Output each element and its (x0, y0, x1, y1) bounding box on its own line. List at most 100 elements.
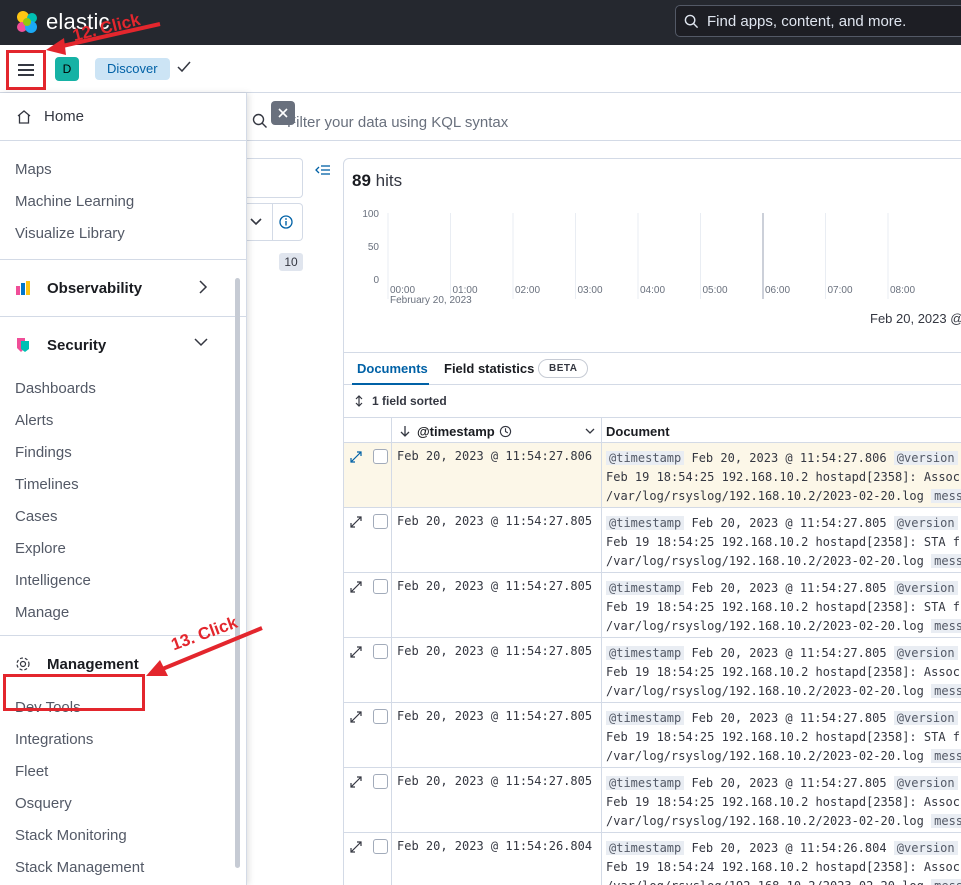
field-key-version: @version (893, 841, 958, 855)
doc-line-1: @timestamp Feb 20, 2023 @ 11:54:27.805 @… (606, 514, 961, 533)
grid-header-controls (344, 418, 392, 444)
x-tick-label: 06:00 (765, 285, 790, 296)
field-key-message: mess (931, 684, 961, 698)
row-checkbox[interactable] (373, 839, 388, 854)
global-search-input[interactable]: Find apps, content, and more. (675, 5, 961, 37)
x-tick-label: 07:00 (828, 285, 853, 296)
breadcrumb-discover[interactable]: Discover (95, 58, 170, 80)
column-header-document[interactable]: Document (606, 424, 670, 439)
nav-item-fleet[interactable]: Fleet (0, 756, 246, 788)
cell-document: @timestamp Feb 20, 2023 @ 11:54:27.806 @… (606, 449, 961, 506)
chevron-right-icon (199, 280, 208, 294)
doc-line-2: Feb 19 18:54:25 192.168.10.2 hostapd[235… (606, 665, 961, 679)
cell-document: @timestamp Feb 20, 2023 @ 11:54:27.805 @… (606, 514, 961, 571)
cell-timestamp: Feb 20, 2023 @ 11:54:27.805 (392, 768, 602, 832)
security-icon (15, 337, 35, 353)
doc-line-1: @timestamp Feb 20, 2023 @ 11:54:26.804 @… (606, 839, 961, 858)
nav-item-maps[interactable]: Maps (0, 154, 246, 186)
field-value-timestamp: Feb 20, 2023 @ 11:54:27.805 (691, 581, 887, 595)
row-checkbox[interactable] (373, 514, 388, 529)
cell-document: @timestamp Feb 20, 2023 @ 11:54:27.805 @… (606, 644, 961, 701)
row-checkbox[interactable] (373, 449, 388, 464)
field-key-timestamp: @timestamp (606, 711, 685, 725)
doc-line-3: /var/log/rsyslog/192.168.10.2/2023-02-20… (606, 552, 961, 571)
histogram-chart[interactable]: 10050000:00 01:00 02:00 03:00 04:00 05:00 06:0… (344, 199, 961, 309)
table-row[interactable]: Feb 20, 2023 @ 11:54:27.805 @timestamp Fe… (344, 768, 961, 833)
nav-item-visualize-library[interactable]: Visualize Library (0, 218, 246, 250)
nav-item-integrations[interactable]: Integrations (0, 724, 246, 756)
nav-item-stack-monitoring[interactable]: Stack Monitoring (0, 820, 246, 852)
row-checkbox[interactable] (373, 774, 388, 789)
info-icon[interactable] (279, 215, 293, 229)
table-row[interactable]: Feb 20, 2023 @ 11:54:26.804 @timestamp Fe… (344, 833, 961, 885)
field-key-message: mess (931, 554, 961, 568)
nav-group-security[interactable]: Security (0, 316, 246, 373)
field-key-timestamp: @timestamp (606, 776, 685, 790)
nav-item-osquery[interactable]: Osquery (0, 788, 246, 820)
close-nav-button[interactable] (271, 101, 295, 125)
chevron-down-icon[interactable] (585, 427, 595, 435)
nav-item-dashboards[interactable]: Dashboards (0, 373, 246, 405)
field-key-message: mess (931, 619, 961, 633)
doc-line-2: Feb 19 18:54:24 192.168.10.2 hostapd[235… (606, 860, 961, 874)
nav-item-intelligence[interactable]: Intelligence (0, 565, 246, 597)
x-axis-date-subtitle: February 20, 2023 (390, 295, 472, 306)
field-key-message: mess (931, 489, 961, 503)
timestamp-value: Feb 20, 2023 @ 11:54:27.806 (397, 449, 593, 463)
nav-item-stack-management[interactable]: Stack Management (0, 852, 246, 884)
table-row[interactable]: Feb 20, 2023 @ 11:54:27.805 @timestamp Fe… (344, 508, 961, 573)
nav-item-cases[interactable]: Cases (0, 501, 246, 533)
nav-home[interactable]: Home (0, 93, 246, 141)
field-value-timestamp: Feb 20, 2023 @ 11:54:26.804 (691, 841, 887, 855)
beta-badge: BETA (538, 359, 589, 378)
table-row[interactable]: Feb 20, 2023 @ 11:54:27.805 @timestamp Fe… (344, 573, 961, 638)
expand-icon[interactable] (350, 516, 362, 531)
field-value-path: /var/log/rsyslog/192.168.10.2/2023-02-20… (606, 554, 924, 568)
cell-timestamp: Feb 20, 2023 @ 11:54:27.805 (392, 508, 602, 572)
collapse-sidebar-icon[interactable] (315, 163, 331, 180)
nav-item-explore[interactable]: Explore (0, 533, 246, 565)
tab-documents[interactable]: Documents (357, 361, 428, 376)
nav-item-machine-learning[interactable]: Machine Learning (0, 186, 246, 218)
expand-icon[interactable] (350, 581, 362, 596)
column-header-timestamp[interactable]: @timestamp (392, 418, 602, 444)
table-row[interactable]: Feb 20, 2023 @ 11:54:27.806 @timestamp Fe… (344, 443, 961, 508)
row-checkbox[interactable] (373, 579, 388, 594)
expand-icon[interactable] (350, 451, 362, 466)
nav-item-findings[interactable]: Findings (0, 437, 246, 469)
expand-icon[interactable] (350, 776, 362, 791)
cell-timestamp: Feb 20, 2023 @ 11:54:27.805 (392, 573, 602, 637)
nav-item-timelines[interactable]: Timelines (0, 469, 246, 501)
row-controls (344, 703, 392, 767)
doc-line-2: Feb 19 18:54:25 192.168.10.2 hostapd[235… (606, 730, 961, 744)
table-row[interactable]: Feb 20, 2023 @ 11:54:27.805 @timestamp Fe… (344, 638, 961, 703)
nav-analytics-list: Maps Machine Learning Visualize Library (0, 154, 246, 250)
row-checkbox[interactable] (373, 709, 388, 724)
field-key-message: mess (931, 879, 961, 885)
nav-scrollbar[interactable] (235, 278, 240, 868)
space-avatar[interactable]: D (55, 57, 79, 81)
chevron-down-icon (194, 338, 208, 347)
field-key-message: mess (931, 814, 961, 828)
elastic-logo-icon (17, 11, 37, 33)
field-key-version: @version (893, 581, 958, 595)
expand-icon[interactable] (350, 841, 362, 856)
table-row[interactable]: Feb 20, 2023 @ 11:54:27.805 @timestamp Fe… (344, 703, 961, 768)
field-type-select[interactable] (247, 203, 303, 241)
query-bar[interactable]: Filter your data using KQL syntax (247, 103, 961, 141)
sort-control[interactable]: 1 field sorted (344, 385, 961, 417)
doc-line-2: Feb 19 18:54:25 192.168.10.2 hostapd[235… (606, 535, 961, 549)
tab-field-statistics[interactable]: Field statistics (444, 361, 534, 376)
field-key-message: mess (931, 749, 961, 763)
doc-line-3: /var/log/rsyslog/192.168.10.2/2023-02-20… (606, 487, 961, 506)
expand-icon[interactable] (350, 711, 362, 726)
expand-icon[interactable] (350, 646, 362, 661)
nav-menu-button[interactable] (6, 50, 46, 90)
nav-group-observability[interactable]: Observability (0, 259, 246, 316)
field-search-input[interactable] (247, 158, 303, 198)
nav-item-alerts[interactable]: Alerts (0, 405, 246, 437)
row-checkbox[interactable] (373, 644, 388, 659)
doc-line-1: @timestamp Feb 20, 2023 @ 11:54:27.805 @… (606, 774, 961, 793)
results-panel: 89 hits 100 50 0 00:00 01:00 02:00 03:00 04:00 0… (343, 158, 961, 885)
documents-grid: @timestamp Document Feb 20, 2023 @ 11:54… (344, 417, 961, 885)
